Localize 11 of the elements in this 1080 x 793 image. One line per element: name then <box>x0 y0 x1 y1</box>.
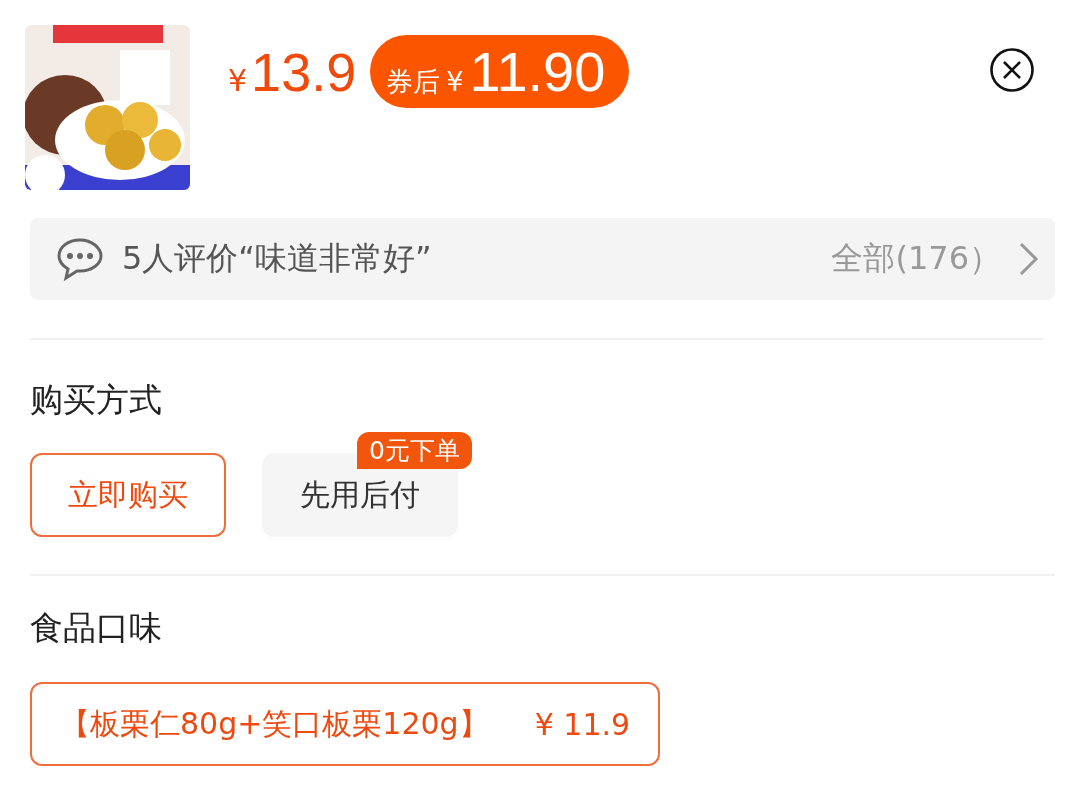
promo-badge: 0元下单 <box>357 432 472 469</box>
option-button[interactable]: 立即购买 <box>30 453 226 537</box>
option-button[interactable]: 【板栗仁80g+笑口板栗120g】 ¥ 11.9 <box>30 682 661 766</box>
section-title: 食品口味 <box>30 608 163 648</box>
review-summary-bar[interactable]: 5人评价“味道非常好” 全部(176） <box>30 218 1055 300</box>
price: 13.9 <box>251 40 357 103</box>
currency-symbol: ¥ <box>228 62 248 98</box>
chat-bubble-icon <box>56 237 104 281</box>
coupon-price-badge: 券后 ¥11.90 <box>370 35 630 108</box>
section-title: 购买方式 <box>30 380 163 420</box>
close-icon[interactable] <box>989 47 1035 93</box>
